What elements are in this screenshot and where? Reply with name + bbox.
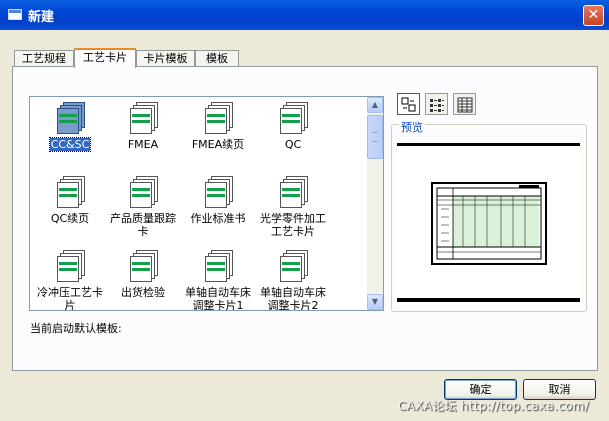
scroll-down-button[interactable]: ▼ — [367, 294, 383, 310]
list-item[interactable]: QC续页 — [30, 175, 110, 225]
card-template-thumbnail — [397, 143, 580, 302]
list-item[interactable]: 光学零件加工工艺卡片 — [253, 175, 333, 238]
template-file-icon — [127, 101, 159, 135]
tab-card-template[interactable]: 卡片模板 — [136, 50, 195, 67]
list-item[interactable]: 作业标准书 — [178, 175, 258, 225]
list-view-icon — [430, 99, 444, 112]
title-bar[interactable]: 新建 ✕ — [0, 0, 609, 30]
list-item[interactable]: QC — [253, 101, 333, 151]
list-item-label: 单轴自动车床调整卡片2 — [260, 286, 326, 311]
template-file-icon — [277, 249, 309, 283]
list-item-label: 冷冲压工艺卡片 — [37, 286, 103, 311]
list-item[interactable]: 单轴自动车床调整卡片2 — [253, 249, 333, 311]
list-item-label: 单轴自动车床调整卡片1 — [185, 286, 251, 311]
details-view-button[interactable] — [453, 93, 476, 115]
list-item-label: 产品质量跟踪卡 — [110, 212, 176, 238]
template-file-icon — [202, 249, 234, 283]
list-item[interactable]: FMEA — [103, 101, 183, 151]
template-file-icon — [127, 249, 159, 283]
tab-process-spec[interactable]: 工艺规程 — [14, 50, 74, 67]
list-item-label: QC续页 — [50, 212, 90, 225]
template-list[interactable]: CC&SC FMEA FMEA续页 QC QC续页 产品质量跟踪卡 作业标准书 … — [29, 96, 384, 311]
scroll-up-button[interactable]: ▲ — [367, 97, 383, 113]
preview-label: 预览 — [399, 119, 425, 135]
details-view-icon — [457, 97, 473, 113]
close-button[interactable]: ✕ — [583, 5, 604, 26]
list-item-label: 出货检验 — [121, 286, 165, 299]
list-item-label: FMEA续页 — [191, 138, 245, 151]
scroll-thumb[interactable] — [367, 115, 383, 159]
template-file-icon — [277, 175, 309, 209]
list-item[interactable]: 冷冲压工艺卡片 — [30, 249, 110, 311]
default-template-label: 当前启动默认模板: — [30, 322, 122, 335]
template-file-icon — [202, 101, 234, 135]
list-item[interactable]: CC&SC — [30, 101, 110, 152]
template-file-icon — [202, 175, 234, 209]
window-icon — [8, 9, 22, 20]
window-title: 新建 — [28, 10, 55, 25]
list-item-label: 作业标准书 — [190, 212, 246, 225]
list-item-label: FMEA — [127, 138, 159, 151]
template-file-icon — [54, 249, 86, 283]
list-item[interactable]: 单轴自动车床调整卡片1 — [178, 249, 258, 311]
forum-watermark: CAXA论坛 http://top.caxa.com/ — [398, 399, 590, 413]
list-item-label: CC&SC — [48, 137, 92, 152]
list-item-label: 光学零件加工工艺卡片 — [260, 212, 326, 238]
list-item[interactable]: FMEA续页 — [178, 101, 258, 151]
tab-process-card[interactable]: 工艺卡片 — [74, 48, 136, 68]
preview-pane — [397, 143, 580, 304]
template-file-icon — [54, 175, 86, 209]
template-file-icon — [277, 101, 309, 135]
list-item-label: QC — [284, 138, 302, 151]
tab-template[interactable]: 模板 — [195, 50, 239, 67]
large-icons-view-button[interactable] — [397, 93, 420, 115]
large-icons-view-icon — [401, 97, 416, 112]
list-item[interactable]: 出货检验 — [103, 249, 183, 299]
list-item[interactable]: 产品质量跟踪卡 — [103, 175, 183, 238]
template-file-icon — [127, 175, 159, 209]
list-view-button[interactable] — [425, 93, 448, 115]
template-file-icon — [54, 101, 86, 135]
template-list-scrollbar[interactable]: ▲ ▼ — [367, 97, 383, 310]
